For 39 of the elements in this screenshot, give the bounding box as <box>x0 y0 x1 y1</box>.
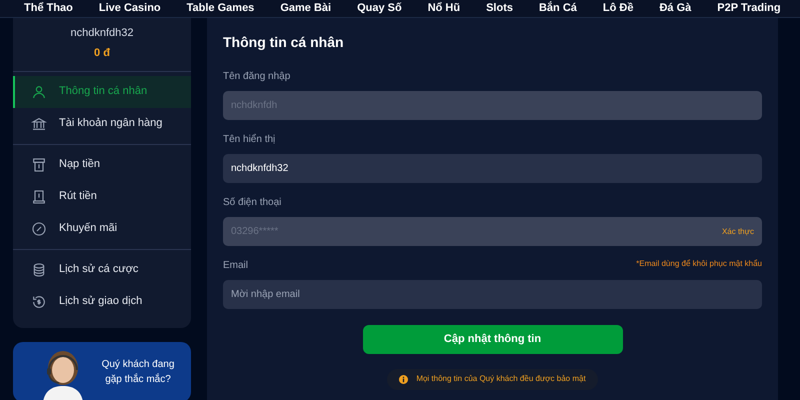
nav-link[interactable]: Nổ Hũ <box>428 0 460 16</box>
sidebar-item[interactable]: Tài khoản ngân hàng <box>13 108 191 140</box>
nav-link[interactable]: Lô Đề <box>602 0 634 16</box>
nav-link[interactable]: Đá Gà <box>659 0 692 16</box>
bank-icon <box>31 116 47 132</box>
balance: 0 đ <box>94 46 110 61</box>
update-button[interactable]: Cập nhật thông tin <box>362 324 622 354</box>
nav-link[interactable]: P2P Trading <box>717 0 781 16</box>
sidebar-item[interactable]: Rút tiền <box>13 180 191 212</box>
sidebar-item[interactable]: Thông tin cá nhân <box>13 76 191 108</box>
nav-link[interactable]: Quay Số <box>357 0 402 16</box>
field-note: *Email dùng để khôi phục mật khẩu <box>636 258 762 270</box>
atm-icon <box>31 188 47 204</box>
sidebar-item[interactable]: Nạp tiền <box>13 148 191 180</box>
nav-link[interactable]: Table Games <box>186 0 254 16</box>
nav-link[interactable]: Bắn Cá <box>538 0 577 16</box>
field-label: Số điện thoại <box>223 196 282 210</box>
support-text: Quý khách đang gặp thắc mắc? <box>100 358 176 386</box>
sidebar-item[interactable]: Lịch sử giao dịch <box>13 286 191 318</box>
coins-icon <box>31 262 47 278</box>
input-field[interactable]: nchdknfdh32 <box>223 154 762 182</box>
security-notice: Mọi thông tin của Quý khách đều được bảo mật <box>387 368 598 390</box>
field-label: Tên hiển thị <box>223 132 276 146</box>
info-icon <box>399 374 408 384</box>
nav-link[interactable]: Slots <box>486 0 513 16</box>
user-icon <box>31 84 47 100</box>
nav-link[interactable]: Game Bài <box>280 0 332 16</box>
sidebar-item[interactable]: Lịch sử cá cược <box>13 254 191 286</box>
sidebar-item[interactable]: Khuyến mãi <box>13 212 191 244</box>
atm-icon <box>31 156 47 172</box>
field-label: Email <box>223 258 248 272</box>
input-field[interactable]: Mời nhập email <box>223 280 762 308</box>
field-label: Tên đăng nhập <box>223 70 290 84</box>
dollar-history-icon <box>31 294 47 310</box>
discount-icon <box>31 220 47 236</box>
nav-link[interactable]: Thể Thao <box>24 0 73 16</box>
username: nchdknfdh32 <box>70 26 134 40</box>
form-title: Thông tin cá nhân <box>223 32 345 52</box>
nav-link[interactable]: Live Casino <box>98 0 161 16</box>
